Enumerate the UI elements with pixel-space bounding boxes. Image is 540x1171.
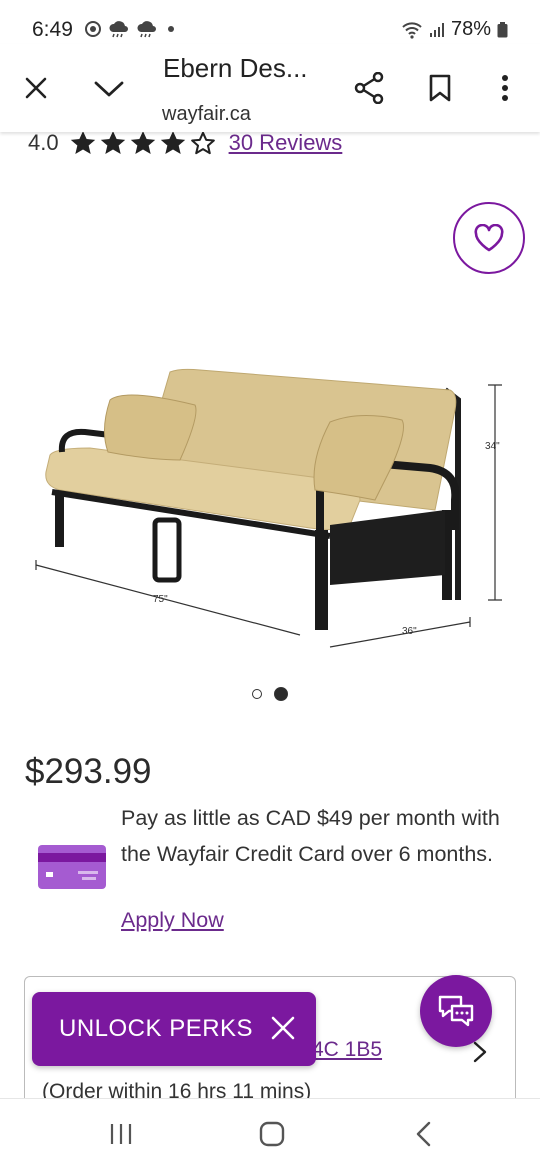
chevron-right-icon[interactable] [472, 1040, 488, 1064]
bookmark-button[interactable] [429, 74, 451, 105]
unlock-perks-button[interactable]: UNLOCK PERKS [32, 992, 316, 1066]
product-image[interactable]: 34" 75" 36" [30, 360, 510, 660]
share-icon [354, 71, 384, 105]
expand-button[interactable] [94, 80, 124, 101]
postal-code-link[interactable]: 4C 1B5 [312, 1038, 382, 1062]
chat-button[interactable] [420, 975, 492, 1047]
rating-value: 4.0 [28, 130, 59, 155]
reviews-link[interactable]: 30 Reviews [229, 130, 343, 156]
unlock-perks-label: UNLOCK PERKS [59, 1015, 254, 1042]
close-icon [25, 77, 47, 99]
star-filled-icon [160, 131, 185, 154]
share-button[interactable] [354, 71, 384, 107]
recent-apps-icon[interactable] [108, 1121, 134, 1147]
page-url[interactable]: wayfair.ca [162, 103, 251, 126]
more-notifications-dot [168, 26, 174, 32]
more-options-button[interactable] [500, 74, 510, 105]
page-title[interactable]: Ebern Des... [163, 53, 308, 84]
image-pagination [252, 687, 288, 701]
favorite-button[interactable] [453, 202, 525, 274]
weather-cloud-icon [109, 21, 128, 38]
close-icon[interactable] [268, 1013, 298, 1043]
financing-text: Pay as little as CAD $49 per month with … [121, 806, 500, 866]
star-rating [69, 130, 217, 156]
image-dot-2[interactable] [274, 687, 288, 701]
image-dot-1[interactable] [252, 689, 262, 699]
system-indicators: 78% [401, 18, 508, 41]
status-time: 6:49 [32, 18, 73, 41]
depth-dimension-label: 36" [402, 626, 417, 637]
credit-card-icon [38, 845, 106, 889]
height-dimension-label: 34" [485, 441, 500, 452]
wifi-icon [402, 21, 422, 39]
system-nav-bar [0, 1098, 540, 1171]
star-filled-icon [100, 131, 125, 154]
product-price: $293.99 [25, 752, 152, 791]
back-icon[interactable] [414, 1121, 434, 1147]
battery-icon [497, 21, 508, 37]
notification-icons [84, 20, 174, 38]
star-empty-icon [190, 131, 215, 155]
chat-icon [438, 995, 474, 1027]
close-button[interactable] [24, 76, 48, 103]
signal-icon [429, 22, 444, 37]
chevron-down-icon [94, 81, 124, 97]
heart-icon [474, 224, 504, 252]
width-dimension-label: 75" [153, 594, 168, 605]
battery-percent: 78% [450, 18, 491, 40]
home-icon[interactable] [258, 1121, 286, 1147]
notification-app-icon [85, 21, 101, 37]
browser-toolbar: Ebern Des... wayfair.ca [0, 44, 540, 132]
weather-cloud-icon [137, 21, 156, 38]
star-filled-icon [130, 131, 155, 154]
star-filled-icon [70, 131, 95, 154]
bookmark-icon [429, 74, 451, 102]
apply-now-link[interactable]: Apply Now [121, 908, 224, 933]
rating-row: 4.0 30 Reviews [28, 130, 342, 156]
more-vert-icon [502, 75, 508, 101]
